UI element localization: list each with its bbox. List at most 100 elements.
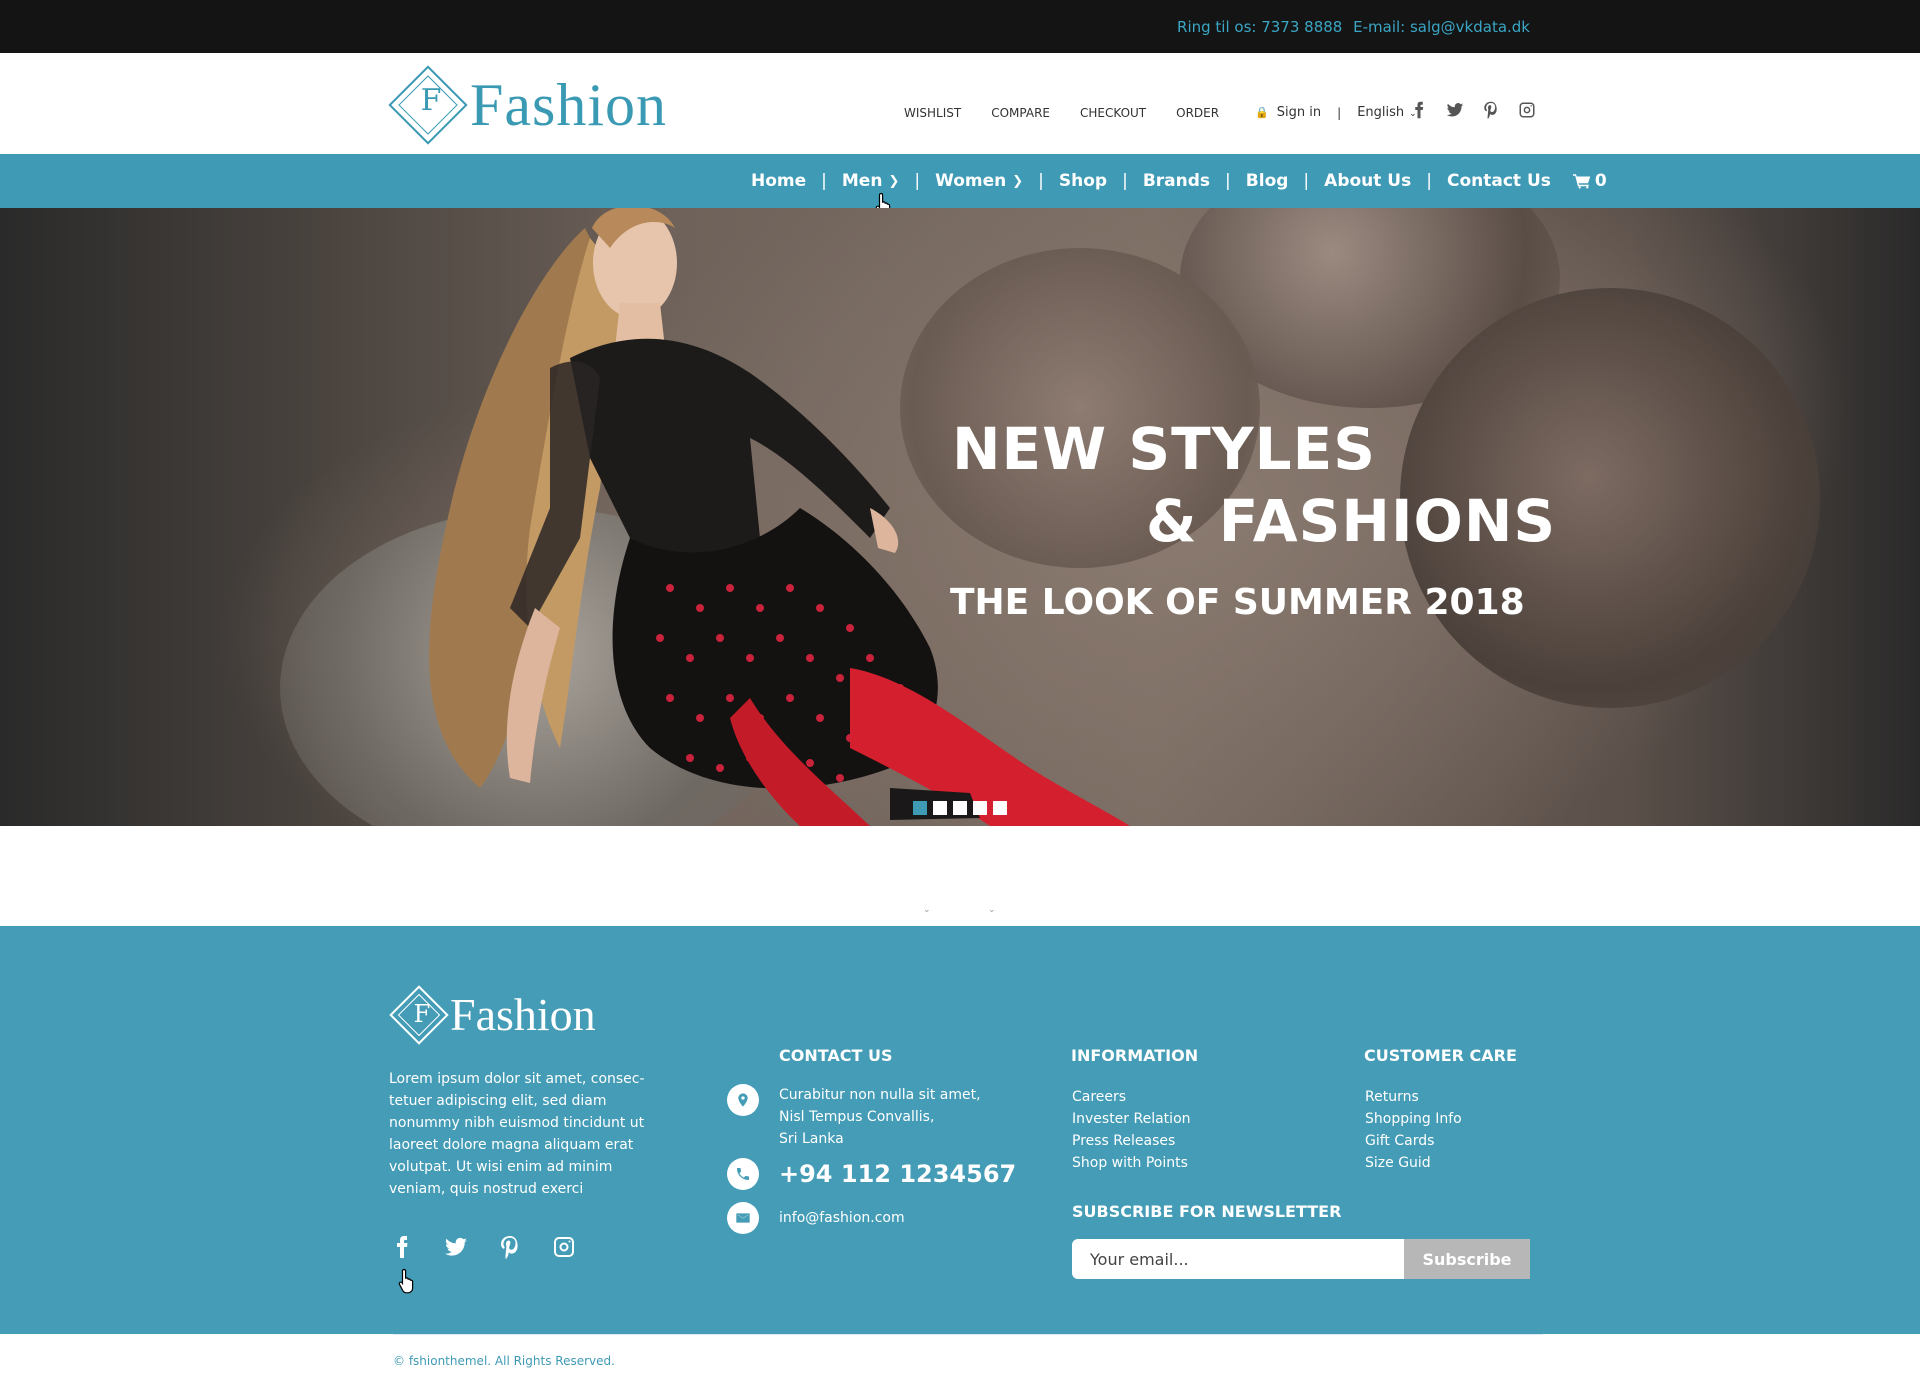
customer-care-link[interactable]: Shopping Info <box>1365 1108 1462 1130</box>
copyright-bar: © fshionthemel. All Rights Reserved. <box>0 1334 1920 1386</box>
nav-divider: | <box>1426 171 1432 191</box>
signin-link[interactable]: 🔒 Sign in <box>1255 105 1321 120</box>
language-label: English <box>1357 105 1405 120</box>
slider-dot[interactable] <box>953 801 967 815</box>
utility-separator: | <box>1337 105 1342 120</box>
hero-title-line1: NEW STYLES <box>952 415 1377 483</box>
signin-label: Sign in <box>1276 105 1322 120</box>
topbar-contact: Ring til os: 7373 8888 E-mail: salg@vkda… <box>1171 18 1530 36</box>
top-bar: Ring til os: 7373 8888 E-mail: salg@vkda… <box>0 0 1920 53</box>
copyright-text: © fshionthemel. All Rights Reserved. <box>393 1354 615 1368</box>
customer-care-link[interactable]: Returns <box>1365 1086 1462 1108</box>
chevron-down-icon: ❯ <box>888 173 900 189</box>
cart-icon <box>1572 174 1591 189</box>
twitter-icon[interactable] <box>1446 101 1464 119</box>
nav-divider: | <box>1038 171 1044 191</box>
information-link[interactable]: Careers <box>1072 1086 1191 1108</box>
cart-count: 0 <box>1594 171 1607 191</box>
slider-dot[interactable] <box>933 801 947 815</box>
topbar-phone[interactable]: Ring til os: 7373 8888 <box>1177 18 1342 36</box>
compare-link[interactable]: COMPARE <box>991 106 1050 120</box>
information-link[interactable]: Press Releases <box>1072 1130 1191 1152</box>
nav-divider: | <box>1303 171 1310 191</box>
information-link[interactable]: Shop with Points <box>1072 1152 1191 1174</box>
newsletter-form: Subscribe <box>1072 1239 1530 1279</box>
chevron-down-icon: ⌄ <box>923 904 931 914</box>
facebook-icon[interactable] <box>1410 101 1428 119</box>
nav-home[interactable]: Home <box>751 171 806 191</box>
lock-icon: 🔒 <box>1255 106 1269 119</box>
nav-brands[interactable]: Brands <box>1143 171 1210 191</box>
hero-slider[interactable]: NEW STYLES & FASHIONS THE LOOK OF SUMMER… <box>0 208 1920 826</box>
nav-blog[interactable]: Blog <box>1246 171 1289 191</box>
information-link[interactable]: Invester Relation <box>1072 1108 1191 1130</box>
nav-divider: | <box>1225 171 1231 191</box>
nav-women-label: Women <box>935 171 1007 191</box>
contact-address: Curabitur non nulla sit amet, Nisl Tempu… <box>727 1084 981 1150</box>
main-nav: Home | Men ❯ | Women ❯ | Shop | Brands | B… <box>0 154 1920 208</box>
wishlist-link[interactable]: WISHLIST <box>904 106 961 120</box>
language-select[interactable]: English ⌄ <box>1357 105 1417 120</box>
instagram-icon[interactable] <box>552 1234 576 1260</box>
address-line: Curabitur non nulla sit amet, <box>779 1087 981 1103</box>
logo-letter: F <box>420 83 442 118</box>
address-line: Nisl Tempus Convallis, <box>779 1109 935 1125</box>
newsletter-title: SUBSCRIBE FOR NEWSLETTER <box>1072 1202 1342 1221</box>
envelope-icon <box>727 1202 759 1234</box>
chevron-down-icon: ❯ <box>1012 173 1024 189</box>
nav-men-label: Men <box>841 171 883 191</box>
nav-women[interactable]: Women ❯ <box>935 171 1023 191</box>
slider-dot[interactable] <box>973 801 987 815</box>
address-line: Sri Lanka <box>779 1131 844 1147</box>
customer-care-link[interactable]: Size Guid <box>1365 1152 1462 1174</box>
subscribe-button[interactable]: Subscribe <box>1404 1239 1530 1279</box>
footer-phone[interactable]: +94 112 1234567 <box>779 1158 1016 1190</box>
contact-email: info@fashion.com <box>727 1202 905 1234</box>
footer-divider <box>393 1334 1543 1335</box>
pinterest-icon[interactable] <box>498 1234 522 1260</box>
content-spacer: ⌄ ⌄ <box>0 826 1920 926</box>
contact-phone: +94 112 1234567 <box>727 1158 1016 1190</box>
twitter-icon[interactable] <box>444 1234 468 1260</box>
footer-logo-name: Fashion <box>450 989 596 1040</box>
order-link[interactable]: ORDER <box>1176 106 1219 120</box>
footer-logo-letter: F <box>413 1000 431 1028</box>
nav-shop[interactable]: Shop <box>1059 171 1107 191</box>
slider-dot[interactable] <box>993 801 1007 815</box>
site-footer: F Fashion Lorem ipsum dolor sit amet, co… <box>0 926 1920 1334</box>
newsletter-email-input[interactable] <box>1072 1239 1404 1279</box>
customer-care-link[interactable]: Gift Cards <box>1365 1130 1462 1152</box>
nav-men[interactable]: Men ❯ <box>842 171 899 191</box>
facebook-icon[interactable] <box>390 1234 414 1260</box>
logo-name: Fashion <box>470 71 668 138</box>
footer-email[interactable]: info@fashion.com <box>779 1202 905 1234</box>
site-header: F Fashion WISHLIST COMPARE CHECKOUT ORDE… <box>0 53 1920 154</box>
slider-dot[interactable] <box>913 801 927 815</box>
nav-contact-us[interactable]: Contact Us <box>1447 171 1551 191</box>
information-title: INFORMATION <box>1071 1046 1199 1065</box>
utility-nav: WISHLIST COMPARE CHECKOUT ORDER 🔒 Sign i… <box>904 105 1417 120</box>
nav-about-us[interactable]: About Us <box>1324 171 1411 191</box>
header-social <box>1410 101 1536 119</box>
chevron-down-icon: ⌄ <box>988 904 996 914</box>
hero-title-line2: & FASHIONS <box>1146 487 1557 555</box>
phone-icon <box>727 1158 759 1190</box>
customer-care-title: CUSTOMER CARE <box>1364 1046 1517 1065</box>
customer-care-list: Returns Shopping Info Gift Cards Size Gu… <box>1365 1086 1462 1174</box>
hero-subtitle: THE LOOK OF SUMMER 2018 <box>950 582 1525 623</box>
nav-divider: | <box>914 171 921 191</box>
instagram-icon[interactable] <box>1518 101 1536 119</box>
slider-dots <box>913 801 1007 815</box>
nav-divider: | <box>821 171 827 191</box>
hand-cursor-icon <box>398 1268 414 1294</box>
information-list: Careers Invester Relation Press Releases… <box>1072 1086 1191 1174</box>
topbar-email[interactable]: E-mail: salg@vkdata.dk <box>1353 18 1530 36</box>
footer-logo[interactable]: F Fashion <box>389 984 596 1045</box>
pinterest-icon[interactable] <box>1482 101 1500 119</box>
checkout-link[interactable]: CHECKOUT <box>1080 106 1146 120</box>
site-logo[interactable]: F Fashion <box>388 65 668 145</box>
footer-social <box>390 1234 576 1260</box>
footer-about-text: Lorem ipsum dolor sit amet, consec-tetue… <box>389 1071 645 1197</box>
nav-cart[interactable]: 0 <box>1572 171 1607 191</box>
contact-us-title: CONTACT US <box>779 1046 893 1065</box>
